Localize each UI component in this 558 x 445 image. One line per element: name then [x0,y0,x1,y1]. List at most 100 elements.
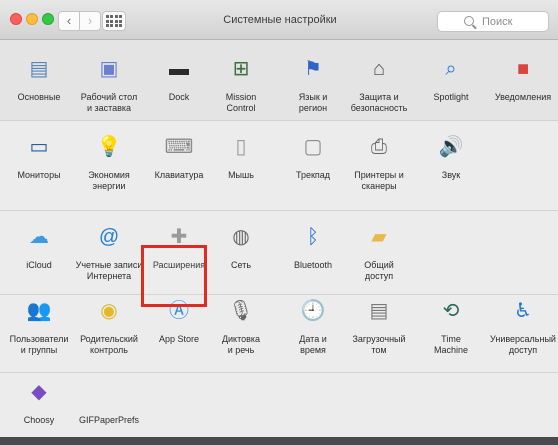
blank-icon [92,375,126,409]
search-field[interactable]: Поиск [437,11,549,32]
cloud-icon: ☁ [29,226,49,248]
pane-datetime[interactable]: 🕘 Дата и время [278,294,348,370]
spotlight-icon: ⌕ [445,58,457,80]
pane-label: Сеть [230,260,252,270]
pane-label: Диктовка и речь [221,334,261,355]
pane-bluetooth[interactable]: ᛒ Bluetooth [278,220,348,296]
pane-timemachine[interactable]: ⟲ Time Machine [416,294,486,370]
pane-users[interactable]: 👥 Пользователи и группы [4,294,74,370]
pane-mouse[interactable]: ▯ Мышь [206,130,276,206]
search-placeholder: Поиск [482,16,513,28]
microphone-icon: 🎙 [228,300,254,322]
back-button[interactable]: ‹ [58,11,80,31]
pane-trackpad[interactable]: ▢ Трекпад [278,130,348,206]
pane-network[interactable]: ◍ Сеть [206,220,276,296]
accessibility-icon: ♿ [514,300,532,322]
window-title: Системные настройки [223,14,337,26]
zoom-window-button[interactable] [42,13,54,25]
at-sign-icon: @ [98,226,120,248]
trackpad-icon: ▢ [303,136,323,158]
pane-security[interactable]: ⌂ Защита и безопасность [344,52,414,128]
pane-icloud[interactable]: ☁ iCloud [4,220,74,296]
pane-accounts[interactable]: @ Учетные записи Интернета [74,220,144,296]
desktop-screensaver-icon: ▣ [99,58,119,80]
pane-label: Экономия энергии [88,170,130,191]
pane-label: Защита и безопасность [350,92,408,113]
preferences-panes: ▤ Основные ▣ Рабочий стол и заставка ▬ Dock ⊞ M… [0,40,558,445]
pane-desktop[interactable]: ▣ Рабочий стол и заставка [74,52,144,128]
desktop-background [0,437,558,445]
pane-notifications[interactable]: ■ Уведомления [488,52,558,128]
dock-icon: ▬ [169,58,189,80]
mouse-icon: ▯ [235,136,247,158]
pane-label: Dock [168,92,190,102]
pane-label: Дата и время [299,334,327,355]
printer-icon: ⎙ [371,136,387,158]
pane-label: Bluetooth [293,260,333,270]
close-window-button[interactable] [10,13,22,25]
section-divider [0,210,558,211]
section-divider [0,372,558,373]
speaker-icon: 🔊 [438,136,464,158]
bluetooth-icon: ᛒ [307,226,319,248]
pane-sound[interactable]: 🔊 Звук [416,130,486,206]
pane-language[interactable]: ⚑ Язык и регион [278,52,348,128]
pane-label: Time Machine [433,334,469,355]
time-machine-icon: ⟲ [442,300,460,322]
parental-control-icon: ◉ [100,300,118,322]
pane-label: Choosy [23,415,55,425]
pane-general[interactable]: ▤ Основные [4,52,74,128]
pane-label: Учетные записи Интернета [75,260,143,281]
pane-label: GIFPaperPrefs [78,415,140,425]
minimize-window-button[interactable] [26,13,38,25]
pane-label: iCloud [26,260,52,270]
pane-label: Мониторы [17,170,61,180]
show-all-grid-button[interactable] [102,11,126,31]
pane-label: Основные [17,92,61,102]
pane-dictation[interactable]: 🎙 Диктовка и речь [206,294,276,370]
pane-mission[interactable]: ⊞ Mission Control [206,52,276,128]
keyboard-icon: ⌨ [164,136,194,158]
pane-printers[interactable]: ⎙ Принтеры и сканеры [344,130,414,206]
light-bulb-icon: 💡 [96,136,122,158]
pane-label: Spotlight [433,92,469,102]
users-icon: 👥 [26,300,52,322]
pane-gifpaper[interactable]: GIFPaperPrefs [74,375,144,445]
pane-spotlight[interactable]: ⌕ Spotlight [416,52,486,128]
pane-dock[interactable]: ▬ Dock [144,52,214,128]
hard-drive-icon: ▤ [369,300,389,322]
pane-label: Пользователи и группы [9,334,69,355]
pane-label: Звук [441,170,461,180]
pane-label: Трекпад [295,170,331,180]
pane-label: Язык и регион [298,92,328,113]
pane-label: Клавиатура [154,170,204,180]
choosy-icon: ◆ [31,381,47,403]
monitor-icon: ▭ [29,136,49,158]
pane-label: Mission Control [225,92,257,113]
flag-icon: ⚑ [304,58,322,80]
pane-label: Мышь [228,170,254,180]
house-lock-icon: ⌂ [372,58,386,80]
clock-calendar-icon: 🕘 [300,300,326,322]
pane-energy[interactable]: 💡 Экономия энергии [74,130,144,206]
pane-label: Рабочий стол и заставка [80,92,138,113]
pane-label: Универсальный доступ [490,334,556,355]
pane-label: Общий доступ [364,260,394,281]
pane-parental[interactable]: ◉ Родительский контроль [74,294,144,370]
pane-label: Уведомления [494,92,552,102]
pane-startup[interactable]: ▤ Загрузочный том [344,294,414,370]
pane-label: Родительский контроль [80,334,138,355]
search-icon [464,16,474,26]
system-preferences-window: ‹ › Системные настройки Поиск ▤ Основные ▣… [0,0,558,445]
pane-accessibility[interactable]: ♿ Универсальный доступ [488,294,558,370]
globe-icon: ◍ [232,226,250,248]
pane-label: Принтеры и сканеры [354,170,404,191]
forward-button[interactable]: › [79,11,101,31]
pane-sharing[interactable]: ▰ Общий доступ [344,220,414,296]
pane-displays[interactable]: ▭ Мониторы [4,130,74,206]
pane-choosy[interactable]: ◆ Choosy [4,375,74,445]
pane-keyboard[interactable]: ⌨ Клавиатура [144,130,214,206]
notifications-icon: ■ [516,58,530,80]
pane-label: Загрузочный том [352,334,406,355]
titlebar: ‹ › Системные настройки Поиск [0,0,558,40]
